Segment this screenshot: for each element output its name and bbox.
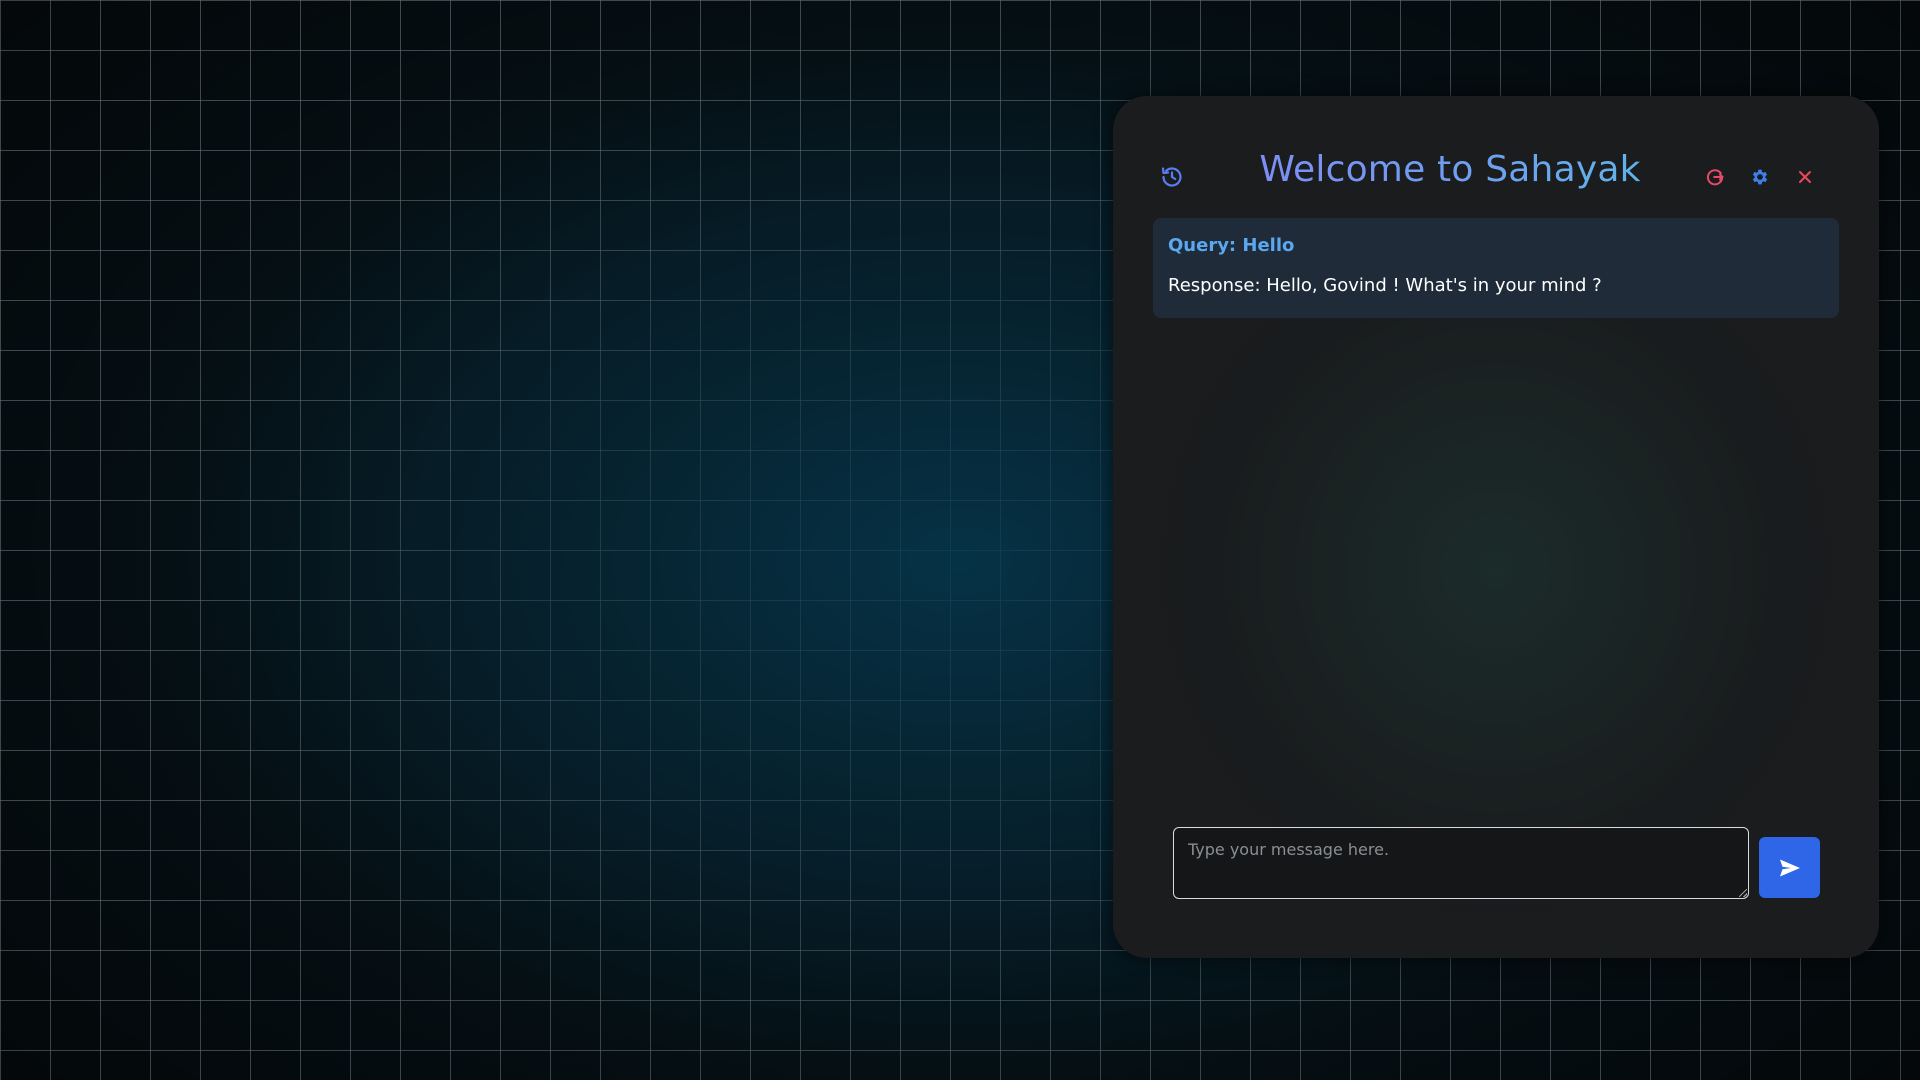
logout-refresh-icon <box>1706 169 1724 186</box>
gear-icon <box>1752 169 1768 185</box>
page-title: Welcome to Sahayak <box>1230 145 1670 195</box>
history-button[interactable] <box>1157 162 1187 192</box>
send-icon <box>1779 859 1800 876</box>
response-text: Response: Hello, Govind ! What's in your… <box>1168 275 1602 296</box>
close-button[interactable] <box>1790 162 1820 192</box>
resize-handle[interactable] <box>1739 889 1747 897</box>
logout-button[interactable] <box>1700 162 1730 192</box>
query-text: Query: Hello <box>1168 235 1295 256</box>
send-button[interactable] <box>1759 837 1820 898</box>
message-input[interactable] <box>1173 827 1749 899</box>
history-icon <box>1161 167 1182 187</box>
close-icon <box>1799 171 1811 183</box>
message-card: Query: Hello Response: Hello, Govind ! W… <box>1153 218 1839 318</box>
settings-button[interactable] <box>1745 162 1775 192</box>
